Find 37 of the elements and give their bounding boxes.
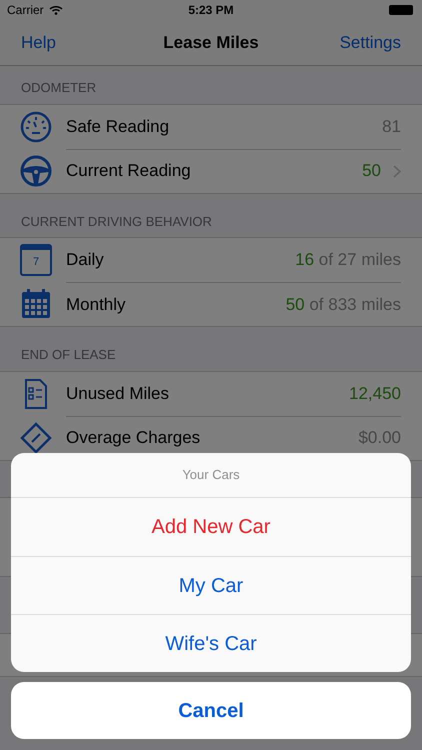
action-button[interactable]: Wife's Car bbox=[11, 614, 411, 672]
help-button[interactable]: Help bbox=[21, 30, 56, 56]
nav-title: Lease Miles bbox=[163, 32, 259, 54]
row-value: 50 bbox=[362, 160, 381, 182]
row-label: Monthly bbox=[66, 294, 126, 316]
list-row[interactable]: Unused Miles 12,450 bbox=[0, 372, 422, 416]
gauge-icon bbox=[20, 110, 52, 142]
row-value: 50 of 833 miles bbox=[286, 294, 401, 316]
cancel-button[interactable]: Cancel bbox=[11, 682, 411, 739]
carrier-label: Carrier bbox=[7, 2, 44, 19]
row-value: 81 bbox=[382, 116, 401, 138]
list-row[interactable]: Current Reading 50 bbox=[0, 148, 422, 192]
row-label: Current Reading bbox=[66, 160, 191, 182]
action-sheet-title: Your Cars bbox=[182, 466, 240, 484]
status-time: 5:23 PM bbox=[188, 2, 234, 19]
row-value: 12,450 bbox=[349, 382, 401, 405]
settings-button[interactable]: Settings bbox=[340, 30, 401, 56]
price-tag-icon bbox=[20, 422, 52, 454]
section-header: CURRENT DRIVING BEHAVIOR bbox=[21, 214, 212, 228]
wifi-icon bbox=[48, 5, 63, 15]
row-value: 16 of 27 miles bbox=[295, 249, 401, 272]
calendar-grid-icon bbox=[20, 288, 52, 320]
section-header: END OF LEASE bbox=[21, 347, 116, 362]
calendar-icon: 7 bbox=[20, 244, 52, 276]
action-button[interactable]: Add New Car bbox=[11, 498, 411, 556]
action-button[interactable]: My Car bbox=[11, 556, 411, 614]
row-label: Safe Reading bbox=[66, 116, 170, 138]
battery-icon bbox=[389, 5, 413, 15]
row-value: $0.00 bbox=[358, 427, 401, 450]
row-label: Unused Miles bbox=[66, 382, 169, 405]
list-row[interactable]: Monthly 50 of 833 miles bbox=[0, 282, 422, 326]
list-row[interactable]: Safe Reading 81 bbox=[0, 104, 422, 148]
steering-wheel-icon bbox=[20, 154, 52, 186]
section-header: ODOMETER bbox=[21, 80, 96, 95]
row-label: Overage Charges bbox=[66, 427, 200, 450]
row-label: Daily bbox=[66, 249, 104, 272]
list-row[interactable]: 7 Daily 16 of 27 miles bbox=[0, 238, 422, 282]
